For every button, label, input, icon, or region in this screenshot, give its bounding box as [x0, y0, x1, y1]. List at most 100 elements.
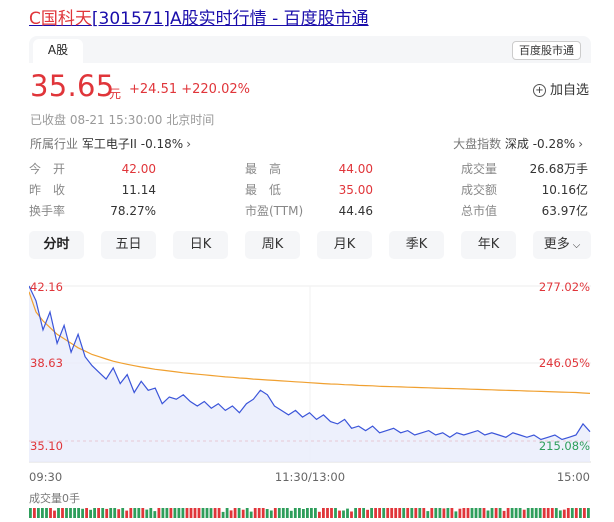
- stat-key: 总市值: [461, 204, 498, 218]
- volume-bar: [169, 508, 173, 518]
- volume-bar: [374, 508, 377, 518]
- volume-bar: [570, 508, 574, 518]
- volume-bar: [454, 511, 458, 518]
- volume-bar: [298, 508, 301, 518]
- tab-monthly-k[interactable]: 月K: [317, 231, 372, 259]
- volume-bar: [129, 508, 133, 518]
- volume-bar: [418, 508, 422, 518]
- volume-bar: [506, 508, 510, 518]
- volume-bar: [93, 508, 96, 518]
- stat-value: 11.14: [121, 183, 156, 197]
- volume-bar: [502, 510, 506, 518]
- change-percent: +220.02%: [181, 82, 250, 97]
- volume-bar: [217, 508, 221, 518]
- y-right-label: 277.02%: [539, 280, 590, 294]
- add-watchlist-button[interactable]: + 加自选: [532, 79, 589, 98]
- volume-bar: [422, 508, 426, 518]
- volume-bar: [225, 508, 229, 518]
- volume-bar: [574, 508, 578, 518]
- volume-bar: [57, 508, 60, 518]
- volume-bar: [165, 508, 169, 518]
- volume-bar: [518, 508, 522, 518]
- volume-bar: [205, 508, 209, 518]
- volume-bar: [350, 511, 353, 518]
- page-title[interactable]: C国科天[301571]A股实时行情 - 百度股市通: [29, 4, 369, 29]
- volume-bar: [478, 508, 482, 518]
- volume-bar: [257, 508, 261, 518]
- stat-key: 最 低: [245, 183, 282, 197]
- volume-bar: [249, 511, 253, 518]
- volume-bar: [173, 508, 177, 518]
- tab-yearly-k[interactable]: 年K: [461, 231, 516, 259]
- industry-link[interactable]: 所属行业 军工电子II -0.18% ›: [30, 135, 191, 152]
- volume-bar: [85, 508, 88, 518]
- volume-bar: [579, 508, 582, 518]
- intraday-chart[interactable]: 42.16 38.63 35.10 277.02% 246.05% 215.08% 09:3…: [28, 266, 591, 522]
- volume-bar: [430, 508, 434, 518]
- chevron-down-icon: ⌵: [572, 240, 581, 251]
- volume-bar: [69, 508, 72, 518]
- volume-bar: [466, 508, 470, 518]
- volume-bar: [209, 508, 213, 518]
- volume-bar: [554, 508, 558, 518]
- volume-bar: [65, 508, 68, 518]
- volume-bar: [386, 508, 390, 518]
- volume-bar: [310, 508, 313, 518]
- volume-bar: [558, 510, 562, 518]
- tab-a-share[interactable]: A股: [33, 39, 83, 63]
- tab-intraday[interactable]: 分时: [29, 231, 84, 259]
- volume-bar: [470, 508, 474, 518]
- y-left-label: 35.10: [30, 439, 63, 453]
- volume-bar: [522, 509, 526, 518]
- volume-bar: [442, 508, 446, 518]
- volume-bar: [542, 508, 546, 518]
- volume-bar: [514, 508, 518, 518]
- volume-bar: [133, 508, 137, 518]
- volume-bar: [137, 508, 141, 518]
- quote-card: A股 百度股市通 35.65 元 +24.51 +220.02% + 加自选 已收…: [28, 36, 591, 518]
- volume-bar: [450, 508, 454, 518]
- chart-svg: 42.16 38.63 35.10 277.02% 246.05% 215.08% 09:3…: [28, 280, 591, 518]
- tab-five-day[interactable]: 五日: [101, 231, 156, 259]
- industry-value: 军工电子II -0.18%: [81, 137, 184, 151]
- y-left-label: 42.16: [30, 280, 63, 294]
- x-axis-label: 11:30/13:00: [275, 470, 345, 484]
- tab-more[interactable]: 更多 ⌵: [533, 231, 591, 259]
- title-rest: [301571]A股实时行情 - 百度股市通: [91, 9, 369, 29]
- volume-bar: [201, 508, 205, 518]
- volume-bar: [326, 508, 329, 518]
- volume-bar: [446, 508, 450, 518]
- tab-daily-k[interactable]: 日K: [173, 231, 228, 259]
- volume-bar: [378, 508, 381, 518]
- volume-bar: [458, 508, 462, 518]
- source-badge[interactable]: 百度股市通: [512, 41, 581, 60]
- volume-bar: [498, 508, 502, 518]
- index-link[interactable]: 大盘指数 深成 -0.28% ›: [453, 135, 583, 152]
- volume-bar: [550, 508, 554, 518]
- volume-bar: [49, 508, 52, 518]
- volume-bar: [73, 508, 76, 518]
- volume-bar: [289, 510, 293, 518]
- volume-bar: [306, 508, 309, 518]
- stat-value: 63.97亿: [541, 204, 588, 218]
- volume-bar: [354, 508, 357, 518]
- volume-bar: [245, 508, 249, 518]
- volume-bar: [338, 510, 341, 518]
- change-value: +24.51: [129, 82, 178, 97]
- volume-bar: [410, 508, 414, 518]
- volume-bar: [113, 508, 117, 518]
- volume-bar: [81, 508, 84, 518]
- volume-bar: [302, 509, 305, 518]
- volume-bar: [402, 508, 406, 518]
- stat-value: 78.27%: [110, 204, 156, 218]
- tab-weekly-k[interactable]: 周K: [245, 231, 300, 259]
- volume-bar: [269, 510, 273, 518]
- tab-quarterly-k[interactable]: 季K: [389, 231, 444, 259]
- price-unit: 元: [109, 87, 122, 101]
- volume-bar: [261, 508, 265, 518]
- volume-bar: [482, 508, 486, 518]
- chevron-right-icon: ›: [578, 137, 583, 151]
- volume-bar: [587, 508, 590, 518]
- volume-bar: [233, 508, 237, 518]
- volume-bar: [562, 509, 566, 518]
